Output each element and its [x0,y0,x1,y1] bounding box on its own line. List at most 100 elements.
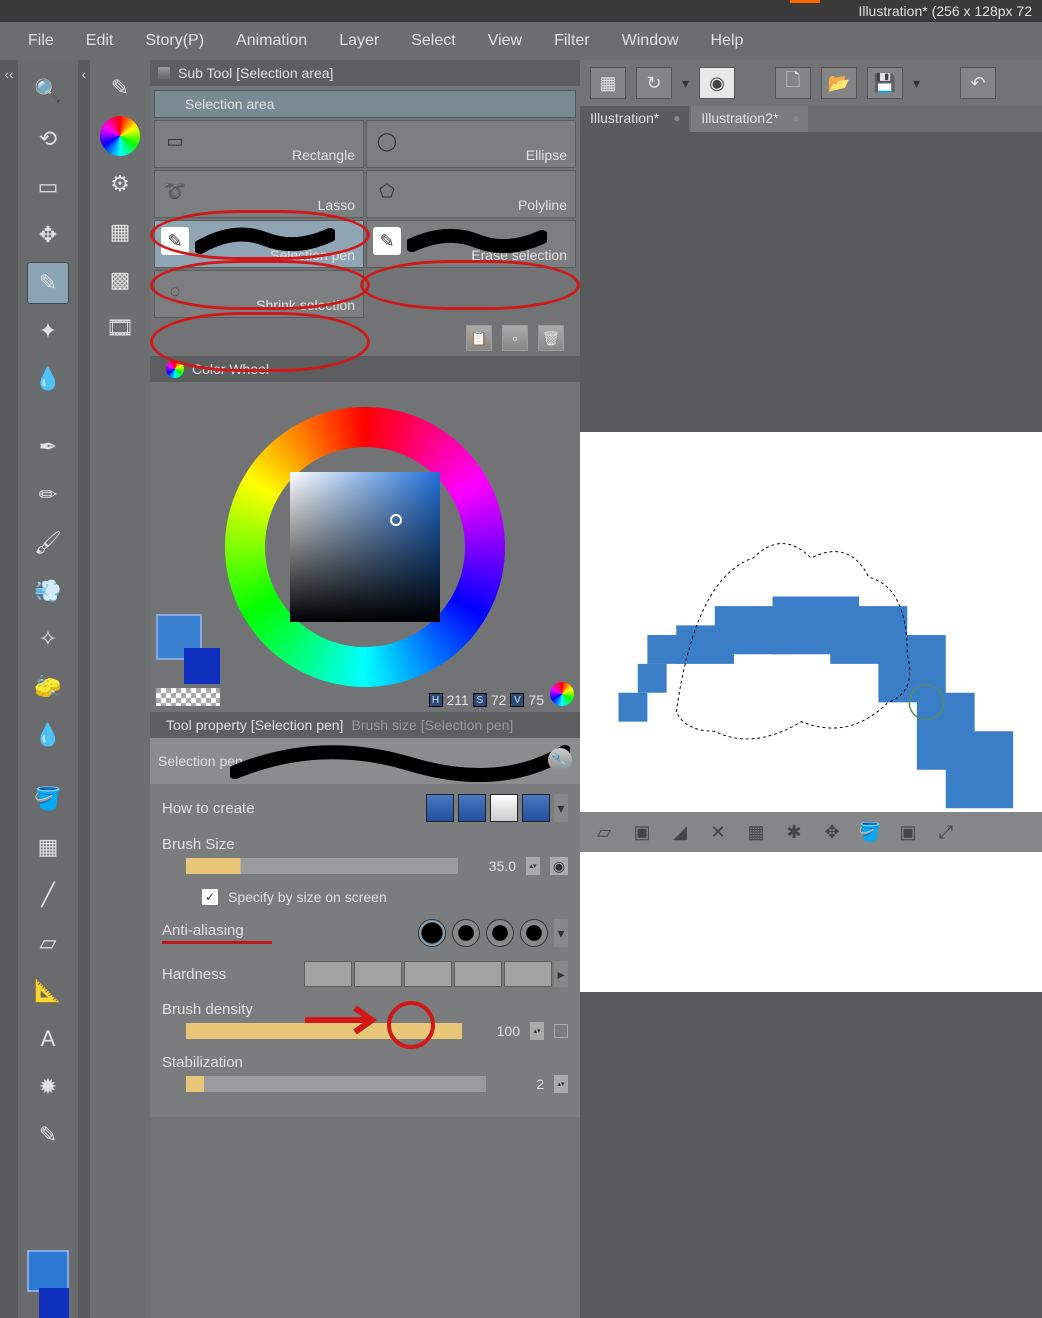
rotate-tool[interactable]: ⟲ [27,118,69,160]
crop-sel-icon[interactable]: ▦ [744,820,768,844]
selection-tool[interactable]: ✎ [27,262,69,304]
sv-square[interactable] [290,472,440,622]
zoom-tool[interactable]: 🔍 [27,70,69,112]
subtool-group-header[interactable]: Selection area [154,90,576,118]
transform-sel-icon[interactable]: ⤢ [934,820,958,844]
antialias-strong[interactable] [520,919,548,947]
specify-checkbox[interactable]: ✓ [202,889,218,905]
howto-add[interactable] [458,794,486,822]
left-collapse-strip[interactable]: ‹‹ [0,60,18,1318]
menu-select[interactable]: Select [397,26,469,56]
subtool-rectangle[interactable]: ▭Rectangle [154,120,364,168]
brush-tool[interactable]: 🖌 [27,522,69,564]
hardness-5[interactable] [504,961,552,987]
line-tool[interactable]: ╱ [27,874,69,916]
toolprop-tab-inactive[interactable]: Brush size [Selection pen] [351,717,513,733]
howto-new[interactable] [426,794,454,822]
hardness-1[interactable] [304,961,352,987]
open-file-icon[interactable]: 📂 [821,67,857,99]
grid-icon[interactable]: ▦ [590,67,626,99]
menu-file[interactable]: File [14,26,68,56]
density-slider[interactable] [186,1023,462,1039]
tab-illustration[interactable]: Illustration*● [580,106,689,132]
subtool-ellipse[interactable]: ◯Ellipse [366,120,576,168]
close-icon[interactable]: ● [792,111,802,121]
canvas[interactable] [580,432,1042,992]
density-link[interactable] [554,1024,568,1038]
invert-icon[interactable]: ▣ [630,820,654,844]
transparent-swatch[interactable] [156,688,220,706]
expand-icon[interactable]: ◢ [668,820,692,844]
colorwheel-corner-icon[interactable] [550,682,574,706]
close-icon[interactable]: ● [673,111,683,121]
antialias-none[interactable] [418,919,446,947]
correct-tool[interactable]: ✎ [27,1114,69,1156]
menu-edit[interactable]: Edit [72,26,128,56]
copy-sel-icon[interactable]: ▣ [896,820,920,844]
canvas-viewport[interactable]: ▱ ▣ ◢ ✕ ▦ ✱ ✥ 🪣 ▣ ⤢ [580,132,1042,1318]
eyedropper-tool[interactable]: 💧 [27,358,69,400]
refresh-icon[interactable]: ↻ [636,67,672,99]
gradient-tool[interactable]: ▦ [27,826,69,868]
fill-tool[interactable]: 🪣 [27,778,69,820]
tool-settings-icon[interactable]: ⚙ [98,162,142,206]
new-subtool-button[interactable]: ▫ [502,325,528,351]
antialias-dropdown[interactable]: ▾ [554,919,568,947]
foreground-color[interactable] [27,1250,69,1292]
wrench-button[interactable]: 🔧 [548,748,572,772]
menu-view[interactable]: View [474,26,536,56]
blend-tool[interactable]: 💧 [27,714,69,756]
move-tool[interactable]: ✥ [27,214,69,256]
ruler-tool[interactable]: 📐 [27,970,69,1012]
eraser-tool[interactable]: 🧽 [27,666,69,708]
menu-filter[interactable]: Filter [540,26,604,56]
background-color[interactable] [39,1288,69,1318]
wand-tool[interactable]: ✦ [27,310,69,352]
subtool-panel-tab[interactable]: Sub Tool [Selection area] [150,60,580,86]
undo-icon[interactable]: ↶ [960,67,996,99]
howto-intersect[interactable] [522,794,550,822]
menu-animation[interactable]: Animation [222,26,321,56]
subtool-polyline[interactable]: ⬠Polyline [366,170,576,218]
antialias-medium[interactable] [486,919,514,947]
shrink-sel-icon[interactable]: ✕ [706,820,730,844]
object-tool[interactable]: ▭ [27,166,69,208]
clear-sel-icon[interactable]: ✱ [782,820,806,844]
stabilization-slider[interactable] [186,1076,486,1092]
balloon-tool[interactable]: ✹ [27,1066,69,1108]
stabilization-stepper[interactable]: ▴▾ [554,1075,568,1093]
subtool-erase-selection[interactable]: ✎Erase selection [366,220,576,268]
subtool-group-icon[interactable]: ✎ [98,66,142,110]
menu-story[interactable]: Story(P) [131,26,218,56]
decoration-tool[interactable]: ✧ [27,618,69,660]
menu-layer[interactable]: Layer [325,26,393,56]
density-stepper[interactable]: ▴▾ [530,1022,544,1040]
hardness-4[interactable] [454,961,502,987]
shape-tool[interactable]: ▱ [27,922,69,964]
pen-tool[interactable]: ✒ [27,426,69,468]
subtool-lasso[interactable]: ➰Lasso [154,170,364,218]
menu-help[interactable]: Help [697,26,758,56]
fill-sel-icon[interactable]: 🪣 [858,820,882,844]
color-wheel-icon[interactable] [98,114,142,158]
hardness-dropdown[interactable]: ▸ [554,961,568,987]
delete-subtool-button[interactable]: 🗑 [538,325,564,351]
subtool-selection-pen[interactable]: ✎Selection pen [154,220,364,268]
hue-ring[interactable] [225,407,505,687]
layer-thumb-icon[interactable]: ▦ [98,210,142,254]
subtool-shrink-selection[interactable]: ◌Shrink selection [154,270,364,318]
film-icon[interactable]: 🎞 [98,306,142,350]
move-sel-icon[interactable]: ✥ [820,820,844,844]
pencil-tool[interactable]: ✏ [27,474,69,516]
howto-dropdown[interactable]: ▾ [554,794,568,822]
antialias-weak[interactable] [452,919,480,947]
hardness-3[interactable] [404,961,452,987]
toolprop-tab-active[interactable]: Tool property [Selection pen] [166,717,343,733]
new-file-icon[interactable]: 🗋 [775,67,811,99]
save-icon[interactable]: 💾 [867,67,903,99]
background-swatch[interactable] [184,648,220,684]
copy-subtool-button[interactable]: 📋 [466,325,492,351]
spiral-icon[interactable]: ◉ [699,67,735,99]
hardness-2[interactable] [354,961,402,987]
brush-size-slider[interactable] [186,858,458,874]
